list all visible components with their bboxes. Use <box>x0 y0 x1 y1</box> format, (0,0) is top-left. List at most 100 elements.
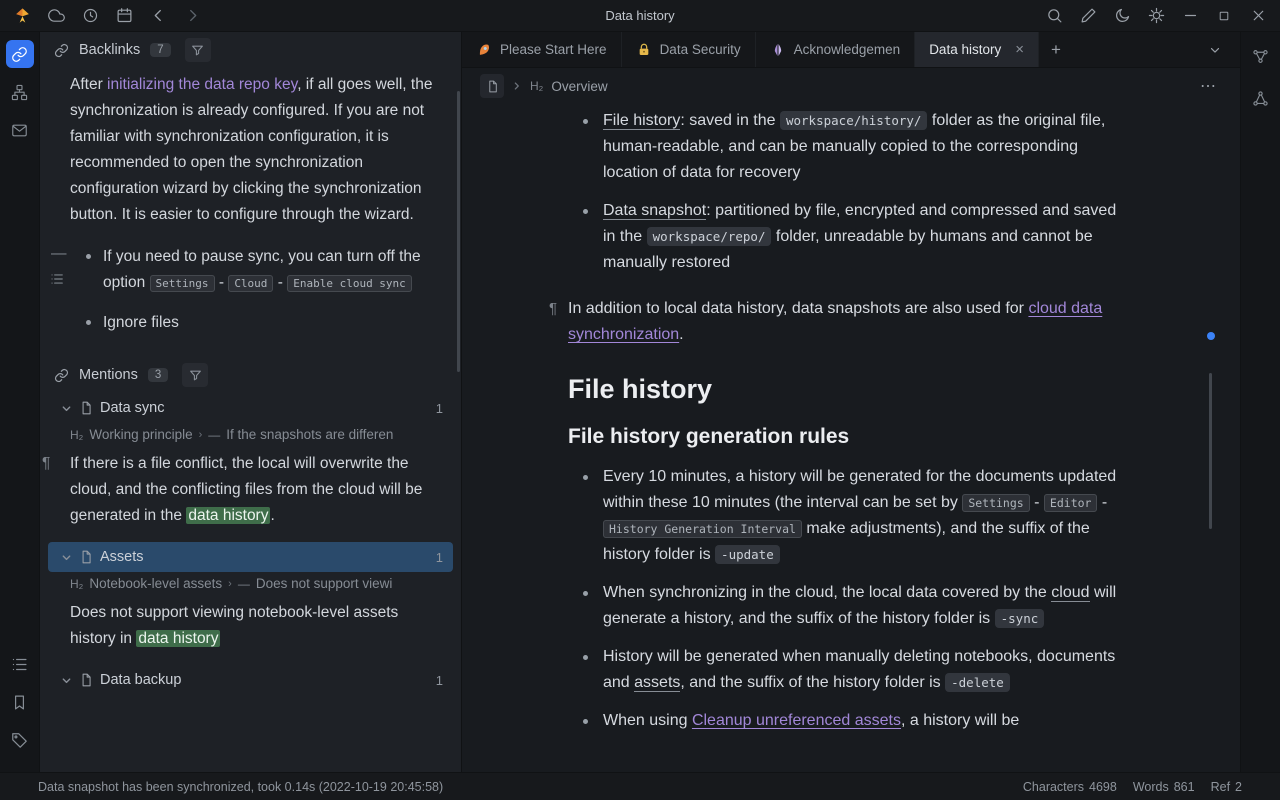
backlink-excerpt[interactable]: After initializing the data repo key, if… <box>70 72 445 228</box>
navigate-back-button[interactable] <box>146 4 170 28</box>
theme-moon-button[interactable] <box>1110 4 1134 28</box>
tag-dock-button[interactable] <box>6 726 34 754</box>
outline-dock-button[interactable] <box>6 650 34 678</box>
kbd-history-generation-interval: History Generation Interval <box>603 520 802 538</box>
close-window-button[interactable] <box>1246 4 1270 28</box>
stat-words: Words861 <box>1133 780 1195 794</box>
mention-breadcrumb[interactable]: H₂ Notebook-level assets › — Does not su… <box>40 572 461 595</box>
inbox-dock-button[interactable] <box>6 116 34 144</box>
mention-count: 1 <box>436 401 443 416</box>
document-icon <box>79 401 93 415</box>
body-text: - <box>1030 494 1044 511</box>
mention-text: . <box>270 507 274 524</box>
new-tab-button[interactable]: + <box>1039 32 1073 67</box>
link-icon <box>54 368 69 383</box>
mention-breadcrumb[interactable]: H₂ Working principle › — If the snapshot… <box>40 423 461 446</box>
tab-label: Data Security <box>660 42 741 57</box>
main-row: Backlinks 7 After initializing the data … <box>0 32 1280 772</box>
backlinks-filter-button[interactable] <box>185 38 211 62</box>
tab-label: Data history <box>929 42 1001 57</box>
list-item-data-snapshot[interactable]: Data snapshot: partitioned by file, encr… <box>568 198 1124 276</box>
backlinks-title: Backlinks <box>79 42 140 58</box>
mentions-filter-button[interactable] <box>182 363 208 387</box>
link-icon <box>54 43 69 58</box>
backlink-ref-link[interactable]: initializing the data repo key <box>107 76 297 93</box>
heading-tag: H₂ <box>70 428 83 442</box>
editor-scrollbar-thumb[interactable] <box>1209 373 1212 529</box>
backlink-list-item[interactable]: If you need to pause sync, you can turn … <box>40 244 461 297</box>
list-item-file-history[interactable]: File history: saved in the workspace/his… <box>568 108 1124 186</box>
body-text: , a history will be <box>901 712 1019 729</box>
block-ref[interactable]: File history <box>603 112 680 130</box>
list-item-interval-rule[interactable]: Every 10 minutes, a history will be gene… <box>568 464 1124 568</box>
settings-gear-button[interactable] <box>1144 4 1168 28</box>
crumb-title: Notebook-level assets <box>89 576 222 591</box>
backlinks-count-badge: 7 <box>150 43 170 57</box>
tab-acknowledgements[interactable]: Acknowledgemen <box>756 32 916 67</box>
global-graph-dock-button[interactable] <box>1247 84 1275 112</box>
backlink-list-item[interactable]: Ignore files <box>40 310 461 336</box>
graph-dock-button[interactable] <box>6 78 34 106</box>
outline-list-icon <box>11 656 28 673</box>
stat-value: 2 <box>1235 780 1242 794</box>
body-text: When synchronizing in the cloud, the loc… <box>603 584 1051 601</box>
block-ref[interactable]: cloud <box>1051 584 1089 602</box>
tab-bar: Please Start Here Data Security Acknowle… <box>462 32 1240 68</box>
right-dock <box>1240 32 1280 772</box>
document-icon <box>79 550 93 564</box>
cloud-sync-button[interactable] <box>44 4 68 28</box>
navigate-forward-button[interactable] <box>180 4 204 28</box>
filter-funnel-icon <box>191 44 204 57</box>
stat-label: Words <box>1133 780 1169 794</box>
maximize-button[interactable] <box>1212 4 1236 28</box>
list-item-delete-rule[interactable]: History will be generated when manually … <box>568 644 1124 696</box>
mention-paragraph[interactable]: Does not support viewing notebook-level … <box>70 600 445 652</box>
tab-data-security[interactable]: Data Security <box>622 32 756 67</box>
editor-area: Please Start Here Data Security Acknowle… <box>462 32 1240 772</box>
minimize-button[interactable] <box>1178 4 1202 28</box>
mention-group-data-sync[interactable]: Data sync 1 <box>40 393 461 423</box>
stat-label: Characters <box>1023 780 1084 794</box>
backlinks-panel: Backlinks 7 After initializing the data … <box>40 32 462 772</box>
global-search-button[interactable] <box>1042 4 1066 28</box>
panel-scrollbar-thumb[interactable] <box>457 91 460 372</box>
excerpt-text: , if all goes well, the synchronization … <box>70 76 432 223</box>
mention-group-data-backup[interactable]: Data backup 1 <box>40 665 461 695</box>
mention-paragraph[interactable]: ¶If there is a file conflict, the local … <box>70 451 445 529</box>
block-ref[interactable]: assets <box>634 674 680 692</box>
status-message: Data snapshot has been synchronized, too… <box>38 780 443 794</box>
tab-data-history[interactable]: Data history × <box>915 32 1039 67</box>
mention-count: 1 <box>436 550 443 565</box>
praying-hands-icon <box>770 42 786 58</box>
bookmark-dock-button[interactable] <box>6 688 34 716</box>
app-logo-icon <box>10 4 34 28</box>
chevron-right-icon <box>512 81 522 91</box>
heading-generation-rules[interactable]: File history generation rules <box>568 422 1124 452</box>
heading-tag: H₂ <box>70 577 83 591</box>
tabbar-spacer <box>1073 32 1198 67</box>
doc-link[interactable]: Cleanup unreferenced assets <box>692 712 901 729</box>
heading-file-history[interactable]: File history <box>568 372 1124 406</box>
list-item-cleanup-rule[interactable]: When using Cleanup unreferenced assets, … <box>568 708 1124 734</box>
scroll-position-marker <box>1207 332 1215 340</box>
inline-code: -update <box>715 545 780 564</box>
backlinks-dock-button[interactable] <box>6 40 34 68</box>
backlinks-panel-header: Backlinks 7 <box>40 32 461 68</box>
more-options-button[interactable]: ⋯ <box>1200 76 1218 96</box>
kbd-settings: Settings <box>150 275 215 292</box>
document-icon-button[interactable] <box>480 74 504 98</box>
daily-note-calendar-button[interactable] <box>112 4 136 28</box>
block-ref[interactable]: Data snapshot <box>603 202 706 220</box>
paragraph-block[interactable]: ¶In addition to local data history, data… <box>568 296 1124 348</box>
list-item-sync-rule[interactable]: When synchronizing in the cloud, the loc… <box>568 580 1124 632</box>
edit-mode-button[interactable] <box>1076 4 1100 28</box>
top-bullet-list: File history: saved in the workspace/his… <box>568 108 1124 276</box>
breadcrumb-heading-label[interactable]: Overview <box>551 79 607 94</box>
graph-view-dock-button[interactable] <box>1247 42 1275 70</box>
mention-group-assets[interactable]: Assets 1 <box>48 542 453 572</box>
tab-please-start-here[interactable]: Please Start Here <box>462 32 622 67</box>
data-history-button[interactable] <box>78 4 102 28</box>
mentions-panel-header: Mentions 3 <box>40 357 461 393</box>
tab-close-icon[interactable]: × <box>1015 41 1024 58</box>
tab-list-dropdown-button[interactable] <box>1198 32 1232 67</box>
